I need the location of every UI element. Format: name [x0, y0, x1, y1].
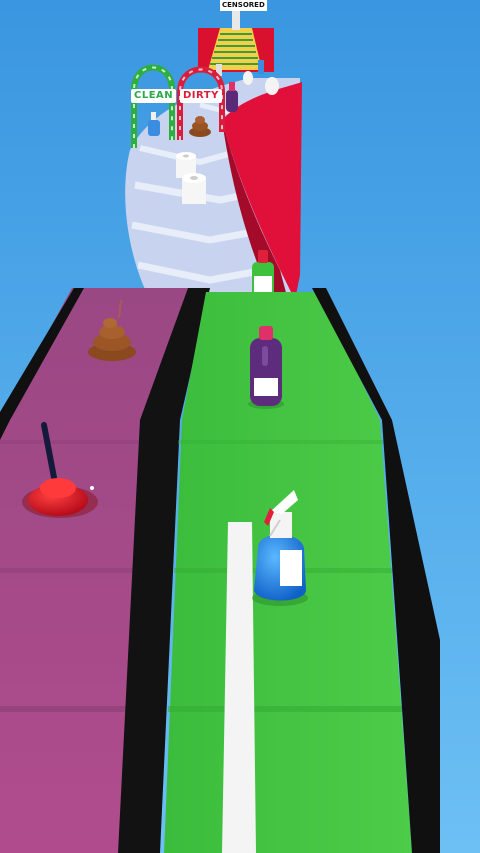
clean-gate-label: CLEAN — [131, 89, 177, 103]
censored-sign: CENSORED — [220, 0, 267, 11]
toilet-paper-roll — [182, 173, 206, 204]
dirty-gate-label: DIRTY — [180, 89, 222, 103]
game-scene — [0, 0, 480, 853]
lane-center-line — [222, 522, 256, 853]
